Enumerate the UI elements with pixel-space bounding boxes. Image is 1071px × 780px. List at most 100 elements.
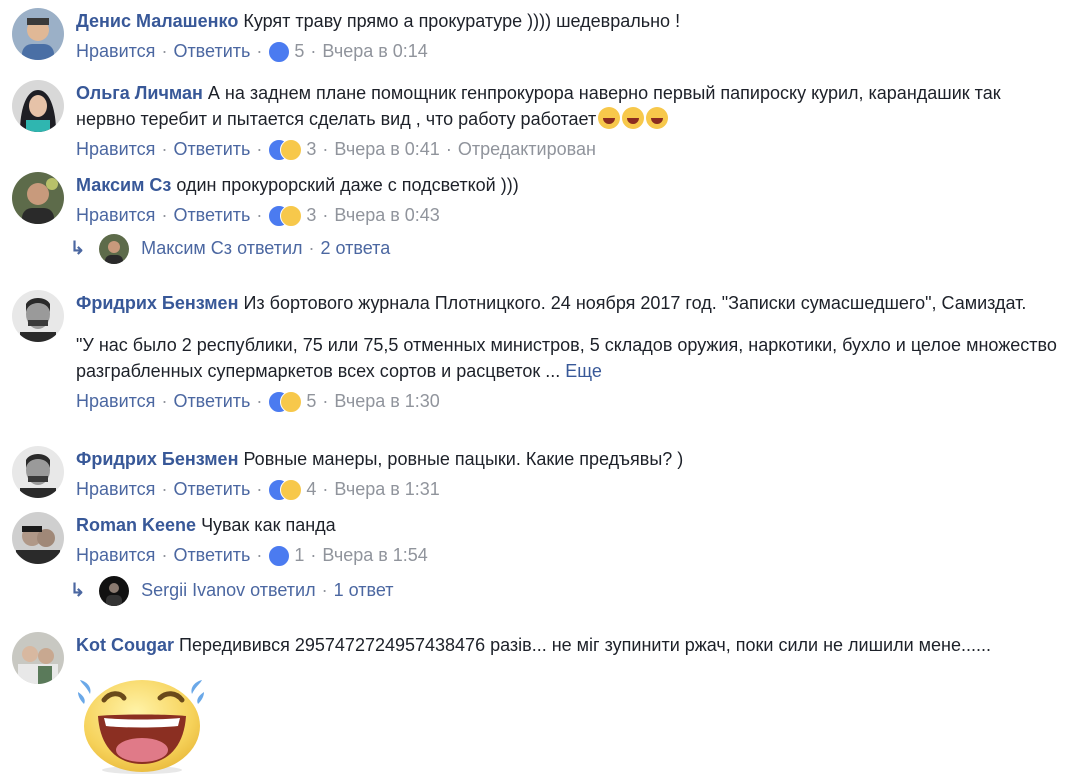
- avatar[interactable]: [12, 512, 64, 564]
- reactions[interactable]: [268, 545, 291, 568]
- avatar[interactable]: [12, 80, 64, 132]
- comment: Денис Малашенко Курят траву прямо а прок…: [12, 8, 1062, 68]
- reaction-count[interactable]: 3: [306, 139, 316, 159]
- like-link[interactable]: Нравится: [76, 205, 155, 225]
- reply-author[interactable]: Sergii Ivanov: [141, 580, 245, 600]
- comment-author[interactable]: Фридрих Бензмен: [76, 293, 238, 313]
- comment-text: Ровные манеры, ровные пацыки. Какие пред…: [243, 449, 684, 469]
- laughing-emoji-icon: [622, 107, 645, 129]
- comment-text: Передивився 2957472724957438476 разів...…: [179, 635, 992, 655]
- comment-author[interactable]: Ольга Личман: [76, 83, 203, 103]
- avatar[interactable]: [12, 290, 64, 342]
- reactions[interactable]: [268, 479, 303, 502]
- separator: ·: [161, 545, 168, 565]
- separator: ·: [322, 205, 329, 225]
- separator: ·: [256, 545, 263, 565]
- avatar[interactable]: [12, 8, 64, 60]
- timestamp[interactable]: Вчера в 0:41: [334, 139, 439, 159]
- like-link[interactable]: Нравится: [76, 41, 155, 61]
- comment-text: Из бортового журнала Плотницкого. 24 ноя…: [243, 293, 1027, 313]
- comment-author[interactable]: Денис Малашенко: [76, 11, 238, 31]
- comment-author[interactable]: Фридрих Бензмен: [76, 449, 238, 469]
- separator: ·: [161, 391, 168, 411]
- reply-author[interactable]: Максим Сз: [141, 238, 232, 258]
- comment-actions: Нравится · Ответить · 4 · Вчера в 1:31: [76, 476, 1062, 502]
- reply-verb: ответил: [237, 237, 303, 258]
- timestamp[interactable]: Вчера в 0:14: [322, 41, 427, 61]
- comment-text: Чувак как панда: [201, 515, 336, 535]
- separator: ·: [161, 479, 168, 499]
- like-link[interactable]: Нравится: [76, 139, 155, 159]
- reply-link[interactable]: Ответить: [173, 479, 250, 499]
- avatar[interactable]: [12, 172, 64, 224]
- laughing-emoji-icon: [646, 107, 669, 129]
- avatar[interactable]: [12, 632, 64, 684]
- avatar[interactable]: [12, 446, 64, 498]
- replies-link[interactable]: ↳ Sergii Ivanov ответил · 1 ответ: [70, 576, 394, 606]
- reply-count[interactable]: 2 ответа: [321, 238, 391, 258]
- reply-link[interactable]: Ответить: [173, 391, 250, 411]
- timestamp[interactable]: Вчера в 1:54: [322, 545, 427, 565]
- reply-link[interactable]: Ответить: [173, 545, 250, 565]
- comment: Ольга Личман А на заднем плане помощник …: [12, 80, 1062, 162]
- separator: ·: [310, 545, 317, 565]
- haha-reaction-icon: [280, 205, 303, 228]
- reactions[interactable]: [268, 41, 291, 64]
- edited-label[interactable]: Отредактирован: [458, 139, 596, 159]
- reaction-count[interactable]: 4: [306, 479, 316, 499]
- see-more-link[interactable]: Еще: [565, 361, 602, 381]
- like-reaction-icon: [268, 41, 291, 64]
- reply-link[interactable]: Ответить: [173, 205, 250, 225]
- comment-text: А на заднем плане помощник генпрокурора …: [76, 83, 1001, 129]
- comment: Фридрих Бензмен Из бортового журнала Пло…: [12, 290, 1062, 430]
- haha-reaction-icon: [280, 479, 303, 502]
- like-link[interactable]: Нравится: [76, 391, 155, 411]
- haha-reaction-icon: [280, 139, 303, 162]
- timestamp[interactable]: Вчера в 1:30: [334, 391, 439, 411]
- reaction-count[interactable]: 3: [306, 205, 316, 225]
- comment-text: один прокурорский даже с подсветкой ))): [176, 175, 519, 195]
- comment-actions: Нравится · Ответить · 5 · Вчера в 1:30: [76, 388, 1062, 414]
- reaction-count[interactable]: 1: [294, 545, 304, 565]
- comment: Roman Keene Чувак как панда Нравится · Отв…: [12, 512, 1062, 572]
- reply-count[interactable]: 1 ответ: [334, 580, 394, 600]
- reply-link[interactable]: Ответить: [173, 41, 250, 61]
- avatar: [99, 576, 130, 606]
- comment-text: Курят траву прямо а прокуратуре )))) шед…: [243, 11, 681, 31]
- reply-arrow-icon: ↳: [70, 237, 86, 258]
- reaction-count[interactable]: 5: [294, 41, 304, 61]
- comment-author[interactable]: Максим Сз: [76, 175, 171, 195]
- laughing-sticker-icon: [76, 670, 206, 775]
- reply-arrow-icon: ↳: [70, 579, 86, 600]
- separator: ·: [161, 41, 168, 61]
- comment: Фридрих Бензмен Ровные манеры, ровные па…: [12, 446, 1062, 506]
- avatar: [99, 234, 130, 264]
- laughing-emoji-icon: [598, 107, 621, 129]
- separator: ·: [321, 579, 328, 600]
- reply-link[interactable]: Ответить: [173, 139, 250, 159]
- timestamp[interactable]: Вчера в 0:43: [334, 205, 439, 225]
- comment-author[interactable]: Roman Keene: [76, 515, 196, 535]
- separator: ·: [256, 391, 263, 411]
- separator: ·: [161, 205, 168, 225]
- comment-actions: Нравится · Ответить · 5 · Вчера в 0:14: [76, 38, 1062, 64]
- reactions[interactable]: [268, 391, 303, 414]
- timestamp[interactable]: Вчера в 1:31: [334, 479, 439, 499]
- replies-link[interactable]: ↳ Максим Сз ответил · 2 ответа: [70, 234, 390, 264]
- separator: ·: [322, 479, 329, 499]
- reactions[interactable]: [268, 139, 303, 162]
- like-link[interactable]: Нравится: [76, 545, 155, 565]
- separator: ·: [322, 391, 329, 411]
- haha-reaction-icon: [280, 391, 303, 414]
- comment-actions: Нравится · Ответить · 1 · Вчера в 1:54: [76, 542, 1062, 568]
- like-link[interactable]: Нравится: [76, 479, 155, 499]
- reactions[interactable]: [268, 205, 303, 228]
- separator: ·: [310, 41, 317, 61]
- comment: Максим Сз один прокурорский даже с подсв…: [12, 172, 1062, 232]
- separator: ·: [445, 139, 452, 159]
- reaction-count[interactable]: 5: [306, 391, 316, 411]
- comment-actions: Нравится · Ответить · 3 · Вчера в 0:43: [76, 202, 1062, 228]
- separator: ·: [308, 237, 315, 258]
- reply-verb: ответил: [250, 579, 316, 600]
- comment-author[interactable]: Kot Cougar: [76, 635, 174, 655]
